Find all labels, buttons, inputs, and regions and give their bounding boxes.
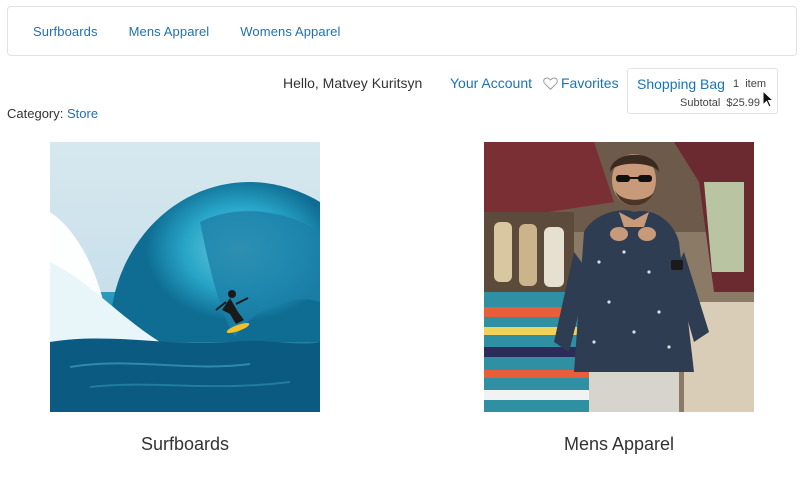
surfboards-image[interactable] (50, 142, 320, 412)
subtotal-label: Subtotal (680, 97, 721, 109)
mens-apparel-image[interactable] (484, 142, 754, 412)
favorites-label: Favorites (561, 75, 619, 91)
category-tile-mens-apparel[interactable]: Mens Apparel (484, 142, 754, 455)
bag-item-count: 1 item (733, 78, 767, 90)
tile-caption-surfboards[interactable]: Surfboards (50, 434, 320, 455)
top-nav: Surfboards Mens Apparel Womens Apparel (7, 6, 797, 56)
bag-subtotal: Subtotal $25.99 (680, 97, 760, 109)
shopping-bag[interactable]: Shopping Bag 1 item Subtotal $25.99 (627, 68, 778, 114)
nav-item-mens-apparel[interactable]: Mens Apparel (129, 24, 210, 39)
your-account-link[interactable]: Your Account (450, 75, 532, 91)
category-store-link[interactable]: Store (67, 106, 98, 121)
favorites-link[interactable]: Favorites (543, 75, 619, 91)
category-tile-surfboards[interactable]: Surfboards (50, 142, 320, 455)
nav-item-surfboards[interactable]: Surfboards (33, 24, 98, 39)
nav-item-womens-apparel[interactable]: Womens Apparel (240, 24, 340, 39)
subtotal-value: $25.99 (726, 97, 761, 109)
tile-caption-mens-apparel[interactable]: Mens Apparel (484, 434, 754, 455)
mouse-cursor-icon (762, 90, 774, 108)
shopping-bag-title[interactable]: Shopping Bag (637, 76, 725, 92)
heart-outline-icon (543, 77, 558, 90)
greeting: Hello, Matvey Kuritsyn (283, 75, 423, 91)
category-label: Category: (7, 106, 67, 121)
category-line: Category: Store (7, 106, 98, 121)
